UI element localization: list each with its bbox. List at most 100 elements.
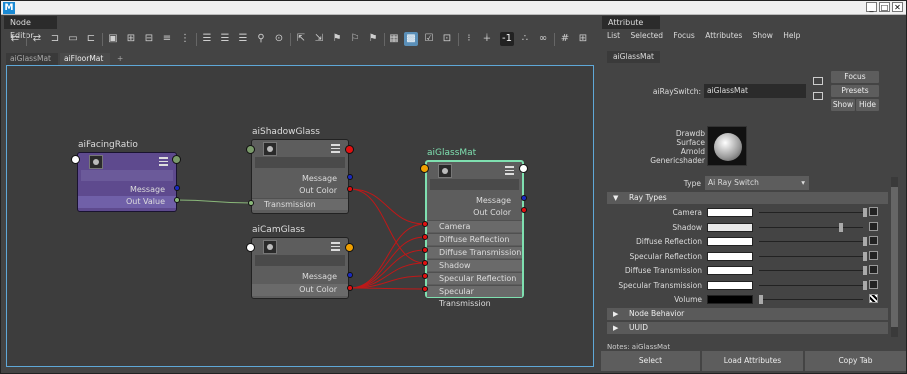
port-message[interactable]: Message bbox=[252, 271, 348, 283]
map-button-icon[interactable] bbox=[869, 207, 878, 216]
input-port-dot[interactable] bbox=[246, 243, 255, 252]
menu-selected[interactable]: Selected bbox=[631, 31, 664, 40]
show-shader-swatches-icon[interactable]: ▩ bbox=[404, 32, 418, 46]
map-button-icon[interactable] bbox=[869, 279, 878, 289]
copy-tab-button[interactable]: Copy Tab bbox=[805, 351, 906, 371]
map-button-icon[interactable] bbox=[869, 236, 878, 245]
message-port-dot[interactable] bbox=[521, 195, 527, 201]
add-attr-icon[interactable]: ⁝ bbox=[462, 32, 476, 46]
minus-one-icon[interactable]: -1 bbox=[500, 32, 514, 46]
swap-icon[interactable]: ⇄ bbox=[30, 32, 44, 46]
port-diffuse-transmission[interactable]: Diffuse Transmission bbox=[427, 246, 522, 258]
graph-input-icon[interactable]: ⇇ bbox=[8, 32, 22, 46]
map-button-icon[interactable] bbox=[869, 221, 878, 231]
grid-snap-icon[interactable]: ▦ bbox=[387, 32, 401, 46]
tab-aiglassmat[interactable]: aiGlassMat bbox=[6, 53, 58, 65]
hash-grid-icon[interactable]: # bbox=[558, 32, 572, 46]
node-editor-panel-title[interactable]: Node Editor bbox=[4, 16, 57, 40]
add-tab-button[interactable]: + bbox=[113, 53, 127, 65]
map-button-icon[interactable] bbox=[869, 250, 878, 260]
node-aifacingratio[interactable]: aiFacingRatio Message Out Value bbox=[77, 140, 177, 212]
show-button[interactable]: Show bbox=[831, 99, 855, 111]
frame-all-icon[interactable]: ▣ bbox=[106, 32, 120, 46]
map-button-icon[interactable] bbox=[869, 265, 878, 274]
bookmark-icon[interactable]: ⚑ bbox=[366, 32, 380, 46]
slider-handle[interactable] bbox=[863, 237, 867, 246]
port-shadow[interactable]: Shadow bbox=[427, 259, 522, 271]
color-swatch[interactable] bbox=[707, 222, 753, 232]
color-swatch[interactable] bbox=[707, 208, 753, 217]
input-port-dot[interactable] bbox=[71, 155, 80, 164]
flag-icon[interactable]: ⚑ bbox=[330, 32, 344, 46]
search-icon[interactable]: ⚲ bbox=[254, 32, 268, 46]
port-specular-transmission[interactable]: Specular Transmission bbox=[427, 285, 522, 308]
input-port-dot[interactable] bbox=[246, 145, 255, 154]
port-message[interactable]: Message bbox=[427, 195, 522, 207]
full-mode-icon[interactable]: ☰ bbox=[236, 32, 250, 46]
node-aiglassmat[interactable]: aiGlassMat Message Out Color Camera Diff… bbox=[425, 148, 524, 308]
output-port-dot[interactable] bbox=[519, 164, 528, 173]
color-swatch[interactable] bbox=[707, 280, 753, 290]
close-button[interactable]: ✕ bbox=[892, 2, 903, 12]
collapse-icon[interactable]: ⊟ bbox=[142, 32, 156, 46]
message-port-dot[interactable] bbox=[347, 174, 353, 180]
ae-scrollbar[interactable] bbox=[891, 177, 898, 337]
port-out-color[interactable]: Out Color bbox=[252, 284, 348, 296]
node-graph-canvas[interactable]: aiFacingRatio Message Out Value aiShadow… bbox=[6, 65, 594, 367]
node-menu-icon[interactable] bbox=[159, 157, 168, 166]
menu-focus[interactable]: Focus bbox=[673, 31, 694, 40]
wire-cam-to-shadow[interactable] bbox=[349, 262, 426, 289]
camera-port-dot[interactable] bbox=[422, 221, 428, 227]
specular-transmission-port-dot[interactable] bbox=[422, 286, 428, 292]
output-port-dot[interactable] bbox=[345, 145, 354, 154]
node-aicamglass[interactable]: aiCamGlass Message Out Color bbox=[251, 225, 349, 299]
port-message[interactable]: Message bbox=[78, 184, 176, 196]
port-out-color[interactable]: Out Color bbox=[252, 185, 348, 197]
minimize-button[interactable]: _ bbox=[866, 2, 877, 12]
attribute-editor-panel-title[interactable]: Attribute Editor bbox=[602, 16, 660, 40]
swatch-icon[interactable]: ☑ bbox=[422, 32, 436, 46]
outcolor-port-dot[interactable] bbox=[347, 186, 353, 192]
go-output-icon[interactable] bbox=[813, 92, 823, 100]
frame-icon[interactable]: ▭ bbox=[66, 32, 80, 46]
specular-reflection-port-dot[interactable] bbox=[422, 273, 428, 279]
plus-icon[interactable]: ∔ bbox=[480, 32, 494, 46]
outcolor-port-dot[interactable] bbox=[347, 285, 353, 291]
scrollbar-thumb[interactable] bbox=[891, 187, 898, 327]
slider-handle[interactable] bbox=[863, 251, 867, 261]
maximize-button[interactable]: □ bbox=[879, 2, 890, 12]
slider-handle[interactable] bbox=[839, 222, 843, 232]
node-menu-icon[interactable] bbox=[505, 166, 514, 175]
value-slider[interactable] bbox=[759, 270, 863, 271]
shadow-port-dot[interactable] bbox=[422, 260, 428, 266]
outcolor-port-dot[interactable] bbox=[521, 207, 527, 213]
node-aishadowglass[interactable]: aiShadowGlass Message Out Color Transmis… bbox=[251, 127, 349, 214]
hide-button[interactable]: Hide bbox=[856, 99, 879, 111]
node-menu-icon[interactable] bbox=[331, 242, 340, 251]
layout-icon[interactable]: ⊞ bbox=[124, 32, 138, 46]
value-slider[interactable] bbox=[759, 226, 863, 228]
focus-button[interactable]: Focus bbox=[831, 71, 879, 83]
value-slider[interactable] bbox=[759, 255, 863, 257]
port-specular-reflection[interactable]: Specular Reflection bbox=[427, 272, 522, 284]
go-input-icon[interactable] bbox=[813, 77, 823, 85]
outvalue-port-dot[interactable] bbox=[174, 197, 180, 203]
message-port-dot[interactable] bbox=[347, 272, 353, 278]
frame-right-icon[interactable]: ⊏ bbox=[84, 32, 98, 46]
color-swatch[interactable] bbox=[707, 251, 753, 261]
wire-cam-to-specular-transmission[interactable] bbox=[349, 287, 426, 290]
infinity-icon[interactable]: ∞ bbox=[536, 32, 550, 46]
section-node-behavior[interactable]: ▶ Node Behavior bbox=[607, 308, 888, 320]
align-icon[interactable]: ≡ bbox=[160, 32, 174, 46]
select-button[interactable]: Select bbox=[601, 351, 700, 371]
menu-show[interactable]: Show bbox=[753, 31, 773, 40]
menu-list[interactable]: List bbox=[607, 31, 620, 40]
menu-help[interactable]: Help bbox=[783, 31, 800, 40]
port-out-color[interactable]: Out Color bbox=[427, 207, 522, 219]
port-out-value[interactable]: Out Value bbox=[78, 196, 176, 208]
type-dropdown[interactable]: Ai Ray Switch ▾ bbox=[705, 176, 809, 190]
slider-handle[interactable] bbox=[863, 208, 867, 217]
output-port-dot[interactable] bbox=[172, 155, 181, 164]
ae-tab-aiglassmat[interactable]: aiGlassMat bbox=[607, 51, 660, 63]
frame-left-icon[interactable]: ⊐ bbox=[48, 32, 62, 46]
